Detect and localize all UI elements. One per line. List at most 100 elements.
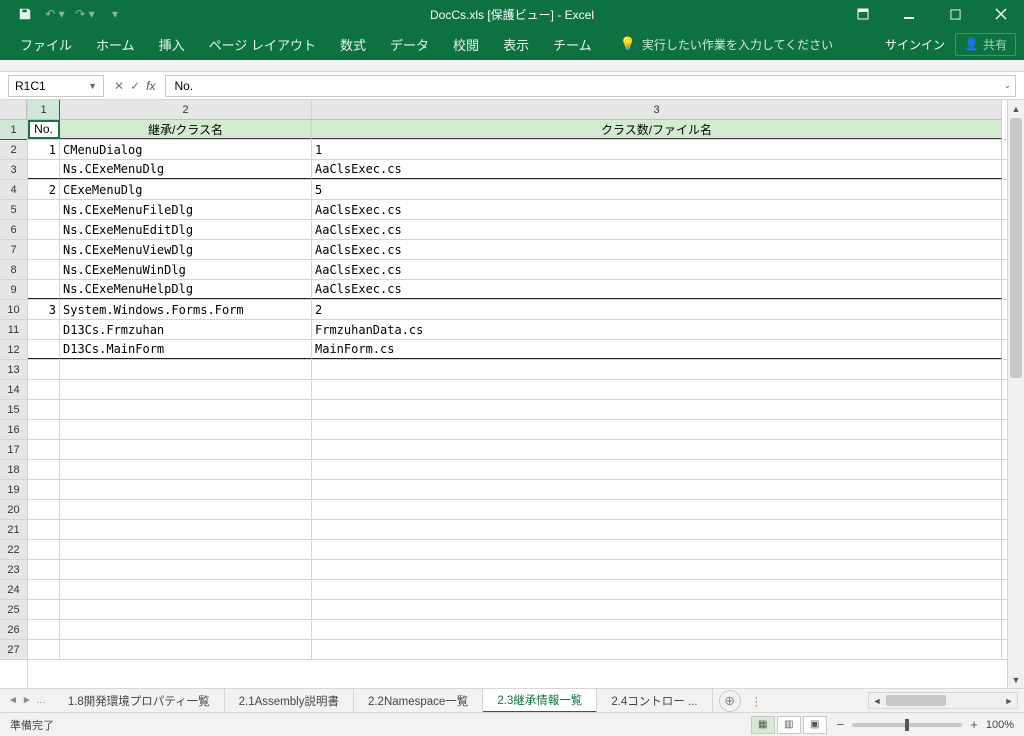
row-header[interactable]: 1 <box>0 120 27 140</box>
cell[interactable] <box>60 500 312 519</box>
cell[interactable] <box>60 360 312 379</box>
cell[interactable] <box>28 600 60 619</box>
cell[interactable] <box>28 320 60 339</box>
row-header[interactable]: 15 <box>0 400 27 420</box>
cell[interactable] <box>28 340 60 359</box>
cell[interactable] <box>60 620 312 639</box>
hscroll-thumb[interactable] <box>886 695 946 706</box>
sheet-tab[interactable]: 2.2Namespace一覧 <box>354 689 483 713</box>
ribbon-tab[interactable]: データ <box>378 28 441 60</box>
table-header-cell[interactable]: 継承/クラス名 <box>60 120 312 139</box>
cell[interactable] <box>312 400 1002 419</box>
ribbon-tab[interactable]: ページ レイアウト <box>197 28 328 60</box>
cell[interactable] <box>28 460 60 479</box>
cell[interactable]: AaClsExec.cs <box>312 260 1002 279</box>
formula-bar[interactable]: No. ⌄ <box>165 75 1016 97</box>
cell[interactable] <box>312 460 1002 479</box>
cell[interactable] <box>312 360 1002 379</box>
row-header[interactable]: 7 <box>0 240 27 260</box>
tab-nav-prev[interactable]: ◄ <box>8 695 18 706</box>
row-header[interactable]: 17 <box>0 440 27 460</box>
cell[interactable] <box>312 540 1002 559</box>
redo-button[interactable]: ↷ ▾ <box>74 3 96 25</box>
zoom-level[interactable]: 100% <box>986 719 1014 731</box>
cell[interactable]: System.Windows.Forms.Form <box>60 300 312 319</box>
cell[interactable]: Ns.CExeMenuFileDlg <box>60 200 312 219</box>
row-header[interactable]: 12 <box>0 340 27 360</box>
cell[interactable]: AaClsExec.cs <box>312 220 1002 239</box>
ribbon-tab[interactable]: 挿入 <box>147 28 197 60</box>
cell[interactable]: MainForm.cs <box>312 340 1002 359</box>
cell[interactable] <box>312 520 1002 539</box>
sheet-tab[interactable]: 1.8開発環境プロパティ一覧 <box>54 689 225 713</box>
page-break-view-button[interactable]: ▣ <box>803 716 827 734</box>
minimize-button[interactable] <box>886 0 932 28</box>
cell[interactable] <box>28 420 60 439</box>
ribbon-options-button[interactable] <box>840 0 886 28</box>
cell[interactable] <box>312 500 1002 519</box>
add-sheet-button[interactable]: ⊕ <box>719 690 741 712</box>
row-header[interactable]: 26 <box>0 620 27 640</box>
cell[interactable]: 3 <box>28 300 60 319</box>
cell[interactable]: CExeMenuDlg <box>60 180 312 199</box>
ribbon-tab[interactable]: ホーム <box>84 28 147 60</box>
cell[interactable] <box>60 600 312 619</box>
cell[interactable] <box>312 440 1002 459</box>
name-box[interactable]: R1C1 ▼ <box>8 75 104 97</box>
cell[interactable]: 2 <box>312 300 1002 319</box>
page-layout-view-button[interactable]: ▥ <box>777 716 801 734</box>
row-header[interactable]: 3 <box>0 160 27 180</box>
row-header[interactable]: 20 <box>0 500 27 520</box>
cell[interactable] <box>28 540 60 559</box>
row-header[interactable]: 5 <box>0 200 27 220</box>
cell[interactable] <box>28 360 60 379</box>
row-header[interactable]: 14 <box>0 380 27 400</box>
row-header[interactable]: 10 <box>0 300 27 320</box>
cell[interactable] <box>28 480 60 499</box>
cell[interactable] <box>312 640 1002 659</box>
cell[interactable]: 1 <box>312 140 1002 159</box>
row-header[interactable]: 19 <box>0 480 27 500</box>
cell[interactable]: AaClsExec.cs <box>312 240 1002 259</box>
row-header[interactable]: 21 <box>0 520 27 540</box>
ribbon-tab[interactable]: チーム <box>541 28 604 60</box>
cell[interactable]: 2 <box>28 180 60 199</box>
cell[interactable] <box>28 380 60 399</box>
cell[interactable]: 1 <box>28 140 60 159</box>
column-header[interactable]: 3 <box>312 100 1002 120</box>
row-header[interactable]: 23 <box>0 560 27 580</box>
cell[interactable] <box>60 480 312 499</box>
cell[interactable] <box>312 380 1002 399</box>
save-button[interactable] <box>14 3 36 25</box>
column-header[interactable]: 2 <box>60 100 312 120</box>
cell[interactable]: D13Cs.Frmzuhan <box>60 320 312 339</box>
cell[interactable] <box>28 160 60 179</box>
tell-me-search[interactable]: 💡 実行したい作業を入力してください <box>620 36 833 53</box>
fx-button[interactable]: fx <box>146 79 155 93</box>
cell[interactable] <box>28 200 60 219</box>
sheet-tab[interactable]: 2.1Assembly説明書 <box>225 689 354 713</box>
cell[interactable] <box>60 580 312 599</box>
cell[interactable] <box>60 560 312 579</box>
undo-button[interactable]: ↶ ▾ <box>44 3 66 25</box>
scroll-right-arrow[interactable]: ► <box>1001 696 1017 706</box>
tab-nav-next[interactable]: ► <box>22 695 32 706</box>
cell[interactable] <box>60 540 312 559</box>
row-header[interactable]: 18 <box>0 460 27 480</box>
row-header[interactable]: 22 <box>0 540 27 560</box>
tab-nav-more[interactable]: … <box>36 695 46 706</box>
row-header[interactable]: 25 <box>0 600 27 620</box>
cell[interactable]: Ns.CExeMenuHelpDlg <box>60 280 312 299</box>
cell[interactable] <box>312 620 1002 639</box>
select-all-corner[interactable] <box>0 100 27 120</box>
ribbon-tab[interactable]: 数式 <box>328 28 378 60</box>
cell[interactable] <box>28 560 60 579</box>
ribbon-tab[interactable]: 表示 <box>491 28 541 60</box>
cell[interactable] <box>28 440 60 459</box>
cell[interactable] <box>60 420 312 439</box>
cell[interactable] <box>312 560 1002 579</box>
scroll-down-arrow[interactable]: ▼ <box>1008 671 1024 688</box>
cell[interactable] <box>60 520 312 539</box>
cell[interactable]: Ns.CExeMenuDlg <box>60 160 312 179</box>
cell[interactable] <box>312 420 1002 439</box>
